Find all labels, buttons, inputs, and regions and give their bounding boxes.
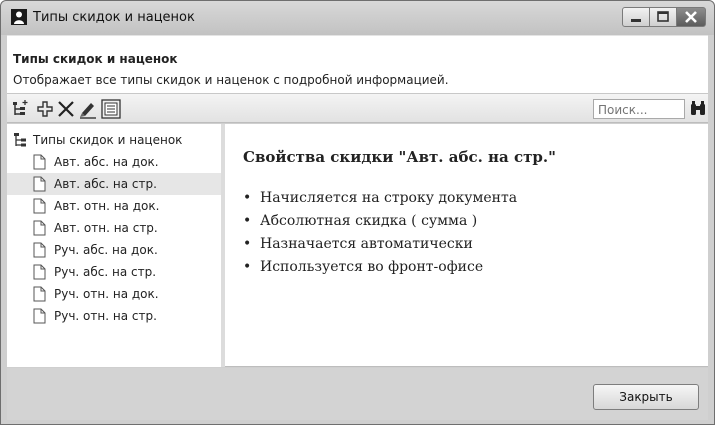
maximize-button[interactable] bbox=[649, 7, 677, 27]
header-panel: Типы скидок и наценок Отображает все тип… bbox=[7, 35, 708, 93]
tree-item[interactable]: Руч. отн. на стр. bbox=[7, 305, 221, 327]
title-bar[interactable]: Типы скидок и наценок bbox=[1, 1, 714, 35]
header-description: Отображает все типы скидок и наценок с п… bbox=[13, 73, 449, 87]
document-icon bbox=[33, 242, 46, 258]
delete-icon[interactable] bbox=[56, 99, 76, 119]
window-title: Типы скидок и наценок bbox=[33, 10, 195, 25]
details-heading: Свойства скидки "Авт. абс. на стр." bbox=[243, 148, 556, 166]
tree-item[interactable]: Авт. абс. на док. bbox=[7, 151, 221, 173]
content-area: Типы скидок и наценок Авт. абс. на док. А… bbox=[7, 124, 708, 367]
property-item: Назначается автоматически bbox=[243, 236, 693, 259]
tree-root[interactable]: Типы скидок и наценок bbox=[13, 132, 182, 148]
tree-item[interactable]: Авт. отн. на стр. bbox=[7, 217, 221, 239]
property-item: Используется во фронт-офисе bbox=[243, 259, 693, 282]
tree-item-label: Руч. абс. на док. bbox=[54, 243, 158, 257]
tree-item-label: Руч. абс. на стр. bbox=[54, 265, 157, 279]
tree-item[interactable]: Руч. абс. на стр. bbox=[7, 261, 221, 283]
binoculars-icon[interactable] bbox=[690, 99, 706, 117]
tree-root-label: Типы скидок и наценок bbox=[33, 133, 183, 147]
tree-item-label: Авт. отн. на стр. bbox=[54, 221, 158, 235]
properties-icon[interactable] bbox=[101, 99, 121, 119]
properties-list: Начисляется на строку документаАбсолютна… bbox=[243, 190, 693, 282]
toolbar bbox=[7, 93, 708, 123]
tree-item[interactable]: Авт. абс. на стр. bbox=[7, 173, 221, 195]
document-icon bbox=[33, 176, 46, 192]
document-icon bbox=[33, 154, 46, 170]
tree-item-label: Авт. отн. на док. bbox=[54, 199, 160, 213]
close-icon bbox=[685, 11, 697, 23]
document-icon bbox=[33, 220, 46, 236]
details-panel: Свойства скидки "Авт. абс. на стр." Начи… bbox=[243, 148, 693, 282]
tree-item-label: Руч. отн. на стр. bbox=[54, 309, 157, 323]
document-icon bbox=[33, 308, 46, 324]
edit-icon[interactable] bbox=[78, 99, 98, 119]
document-icon bbox=[33, 264, 46, 280]
discount-tree: Типы скидок и наценок Авт. абс. на док. А… bbox=[7, 124, 225, 367]
tree-icon bbox=[14, 133, 26, 147]
tree-item[interactable]: Руч. абс. на док. bbox=[7, 239, 221, 261]
tree-item[interactable]: Руч. отн. на док. bbox=[7, 283, 221, 305]
close-window-button[interactable] bbox=[676, 7, 706, 27]
tree-item-label: Авт. абс. на док. bbox=[54, 155, 159, 169]
add-folder-icon[interactable] bbox=[11, 99, 31, 119]
user-icon bbox=[11, 9, 27, 25]
property-item: Начисляется на строку документа bbox=[243, 190, 693, 213]
header-title: Типы скидок и наценок bbox=[13, 52, 178, 66]
minimize-button[interactable] bbox=[622, 7, 650, 27]
add-icon[interactable] bbox=[35, 99, 55, 119]
dialog-window: Типы скидок и наценок Типы скидок и наце… bbox=[0, 0, 715, 425]
search-input[interactable] bbox=[593, 99, 685, 119]
close-button[interactable]: Закрыть bbox=[593, 384, 699, 410]
tree-item-label: Авт. абс. на стр. bbox=[54, 177, 157, 191]
footer: Закрыть bbox=[7, 368, 708, 420]
maximize-icon bbox=[657, 11, 669, 22]
document-icon bbox=[33, 286, 46, 302]
minimize-icon bbox=[631, 19, 641, 22]
property-item: Абсолютная скидка ( сумма ) bbox=[243, 213, 693, 236]
document-icon bbox=[33, 198, 46, 214]
tree-items: Авт. абс. на док. Авт. абс. на стр. Авт. о… bbox=[7, 151, 221, 327]
tree-item-label: Руч. отн. на док. bbox=[54, 287, 159, 301]
tree-item[interactable]: Авт. отн. на док. bbox=[7, 195, 221, 217]
